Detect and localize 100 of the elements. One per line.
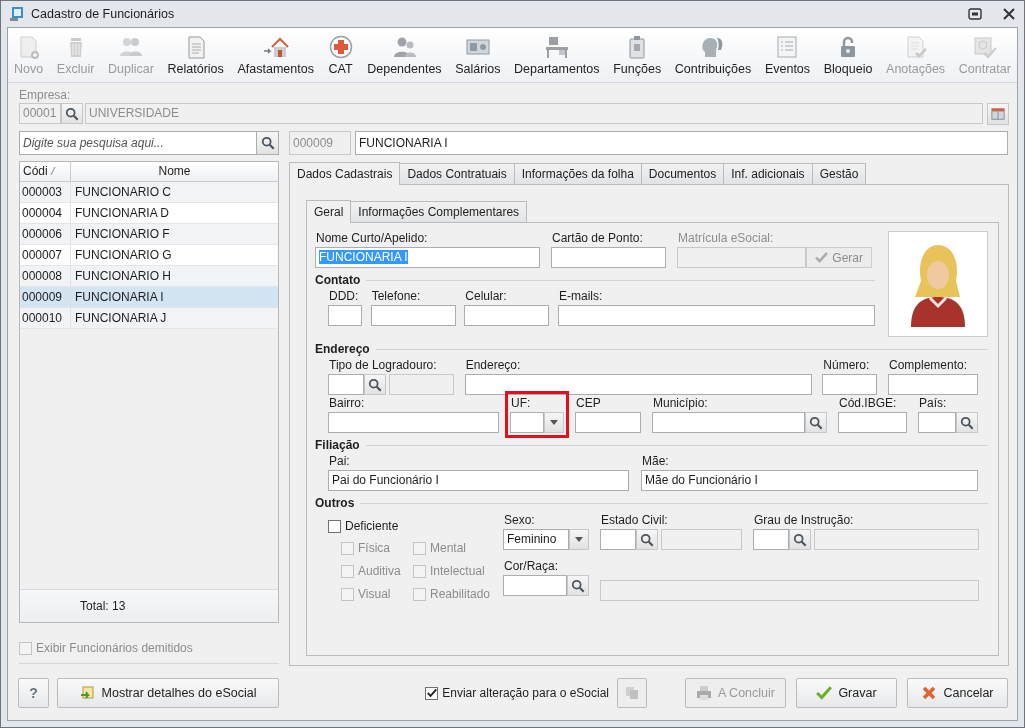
tab[interactable]: Documentos xyxy=(640,163,725,184)
field-label: Estado Civil: xyxy=(600,513,669,528)
tab[interactable]: Dados Contratuais xyxy=(399,163,515,184)
medical-cross-icon xyxy=(327,35,354,59)
tab[interactable]: Informações da folha xyxy=(513,163,642,184)
input-field[interactable] xyxy=(328,374,364,395)
field-label: Número: xyxy=(822,358,871,373)
tab[interactable]: Inf. adicionais xyxy=(723,163,813,184)
checkbox[interactable] xyxy=(425,686,439,700)
caret-icon xyxy=(575,537,583,542)
search-button[interactable] xyxy=(567,575,589,596)
close-icon[interactable] xyxy=(1002,8,1016,20)
toolbar-button[interactable]: Dependentes xyxy=(365,35,444,76)
search-icon xyxy=(809,415,823,430)
toolbar-button[interactable]: Afastamentos xyxy=(235,35,316,76)
toolbar-button[interactable]: Relatórios xyxy=(165,35,226,76)
section-title: Endereço xyxy=(315,342,370,356)
people-icon xyxy=(117,35,144,59)
employee-name-field[interactable]: FUNCIONARIA I xyxy=(355,130,1008,155)
search-icon xyxy=(793,532,807,547)
table-row[interactable]: 000003 FUNCIONARIO C xyxy=(20,182,278,203)
search-button[interactable] xyxy=(256,130,279,155)
toolbar-button[interactable]: Contribuições xyxy=(672,35,754,76)
column-header[interactable]: Nome xyxy=(71,162,278,181)
input-field[interactable] xyxy=(838,412,907,433)
field-label: Bairro: xyxy=(328,396,366,411)
dropdown-button[interactable] xyxy=(569,529,589,550)
toolbar-button[interactable]: Funções xyxy=(611,35,664,76)
input-field[interactable] xyxy=(551,247,666,268)
column-header[interactable]: Códi xyxy=(20,162,48,181)
layout-button[interactable] xyxy=(987,103,1009,125)
window-layout-icon xyxy=(991,107,1005,121)
search-button[interactable] xyxy=(636,529,658,550)
input-field[interactable] xyxy=(822,374,878,395)
input-field[interactable] xyxy=(464,305,550,326)
search-field[interactable]: Digite sua pesquisa aqui... xyxy=(19,130,256,155)
app-icon xyxy=(9,6,25,22)
input-field[interactable]: Pai do Funcionário I xyxy=(328,470,629,491)
checkbox-label: Enviar alteração para o eSocial xyxy=(442,686,609,700)
table-row[interactable]: 000009 FUNCIONARIA I xyxy=(20,287,278,308)
input-field[interactable] xyxy=(575,412,641,433)
input-field[interactable] xyxy=(370,305,456,326)
input-field[interactable] xyxy=(464,374,812,395)
copy-button[interactable] xyxy=(617,678,647,708)
dropdown-field[interactable] xyxy=(510,412,544,433)
restore-icon[interactable] xyxy=(968,8,982,20)
field-label: Cartão de Ponto: xyxy=(551,231,644,246)
field-label: País: xyxy=(918,396,948,411)
search-icon xyxy=(65,106,79,121)
search-button[interactable] xyxy=(956,412,978,433)
desk-icon xyxy=(543,35,570,59)
field-label: DDD: xyxy=(328,289,360,304)
field-label: Município: xyxy=(652,396,709,411)
toolbar-button[interactable]: CAT xyxy=(325,35,356,76)
input-field[interactable] xyxy=(652,412,805,433)
dropdown-button[interactable] xyxy=(544,412,564,433)
save-button[interactable]: Gravar xyxy=(796,678,897,708)
esocial-details-button[interactable]: Mostrar detalhes do eSocial xyxy=(57,678,279,708)
toolbar-button[interactable]: Departamentos xyxy=(512,35,602,76)
tab[interactable]: Informações Complementares xyxy=(350,201,528,222)
table-row[interactable]: 000008 FUNCIONARIO H xyxy=(20,266,278,287)
checkbox-label: Mental xyxy=(430,541,467,555)
field-label: UF: xyxy=(510,396,532,411)
input-field[interactable] xyxy=(887,374,978,395)
toolbar-button[interactable]: Eventos xyxy=(762,35,813,76)
input-field[interactable] xyxy=(557,305,875,326)
close-icon xyxy=(921,685,938,701)
toolbar-button[interactable]: Bloqueio xyxy=(821,35,875,76)
tab[interactable]: Dados Cadastrais xyxy=(289,162,401,185)
table-row[interactable]: 000004 FUNCIONARIA D xyxy=(20,203,278,224)
input-field[interactable] xyxy=(753,529,789,550)
search-button[interactable] xyxy=(789,529,811,550)
field-label: CEP xyxy=(575,396,602,411)
checkbox[interactable] xyxy=(328,519,341,533)
help-button[interactable]: ? xyxy=(18,678,49,708)
search-button[interactable] xyxy=(805,412,827,433)
table-row[interactable]: 000010 FUNCIONARIA J xyxy=(20,308,278,329)
checkbox-label: Reabilitado xyxy=(430,587,491,601)
input-field[interactable] xyxy=(328,412,499,433)
search-button[interactable] xyxy=(364,374,386,395)
dropdown-field[interactable]: Feminino xyxy=(503,529,569,550)
input-field[interactable] xyxy=(328,305,362,326)
tab[interactable]: Geral xyxy=(306,200,352,223)
toolbar-button[interactable]: Salários xyxy=(453,35,503,76)
tab[interactable]: Gestão xyxy=(811,163,867,184)
input-field[interactable] xyxy=(918,412,956,433)
table-row[interactable]: 000007 FUNCIONARIO G xyxy=(20,245,278,266)
house-icon xyxy=(262,35,289,59)
description-field[interactable] xyxy=(600,580,979,601)
cancel-button[interactable]: Cancelar xyxy=(907,678,1008,708)
check-icon xyxy=(816,685,833,701)
search-icon xyxy=(960,415,974,430)
input-field[interactable]: Mãe do Funcionário I xyxy=(641,470,978,491)
search-icon xyxy=(368,377,382,392)
input-field[interactable] xyxy=(600,529,636,550)
search-button[interactable] xyxy=(61,103,83,124)
table-row[interactable]: 000006 FUNCIONARIO F xyxy=(20,224,278,245)
input-field[interactable] xyxy=(503,575,567,596)
checkbox-label: Intelectual xyxy=(430,564,485,578)
field-label: Nome Curto/Apelido: xyxy=(315,231,429,246)
